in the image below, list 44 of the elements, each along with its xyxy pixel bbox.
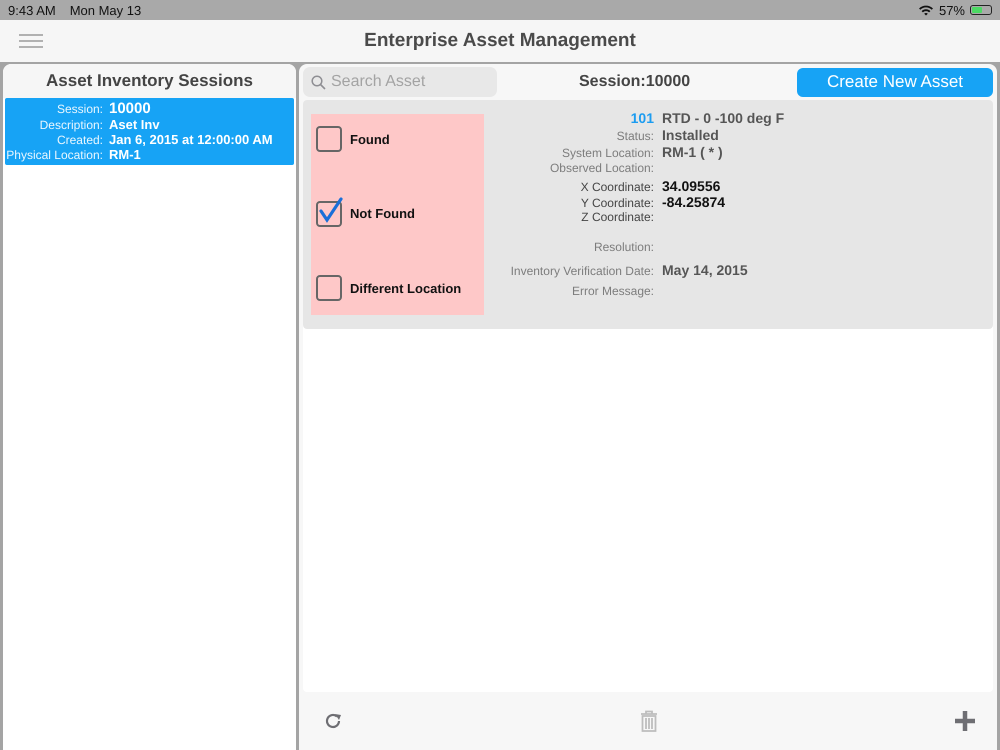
option-label: Found [350,132,390,146]
search-icon [311,75,326,90]
field-value: -84.25874 [662,194,726,210]
session-value: Aset Inv [109,117,161,132]
field-label: Status: [616,129,654,143]
session-label: Physical Location: [5,148,103,162]
menu-icon[interactable] [19,34,43,48]
field-value: 34.09556 [662,178,722,194]
session-label: Created: [56,133,103,147]
app-title: Enterprise Asset Management [364,30,636,52]
session-label: Session: [56,102,103,116]
add-icon[interactable] [955,711,975,731]
field-label: Inventory Verification Date: [510,264,654,278]
field-label: Y Coordinate: [580,196,654,210]
battery-percent: 57% [938,2,965,18]
session-value: RM-1 [109,147,142,162]
status-date: Mon May 13 [70,2,142,18]
field-label: 101 [630,110,654,126]
field-value: May 14, 2015 [662,262,749,278]
session-label: Description: [38,118,103,132]
field-value: Installed [662,127,720,143]
session-item[interactable]: Session: 10000 Description: Aset Inv Created: Jan 6, 2015 at 12:00:00 AM Physical Location: RM-1 [5,98,294,165]
create-asset-button[interactable]: Create New Asset [797,68,993,96]
field-value: RM-1 ( * ) [662,144,724,160]
session-value: Jan 6, 2015 at 12:00:00 AM [109,132,274,147]
session-title: Session:10000 [579,73,690,91]
status-time: 9:43 AM [8,2,56,18]
field-label: Z Coordinate: [580,210,654,224]
search-field[interactable]: Search Asset [303,67,497,97]
field-label: Resolution: [592,240,654,254]
field-label: Observed Location: [548,161,654,175]
field-label: System Location: [560,146,654,160]
field-value: RTD - 0 -100 deg F [662,110,784,126]
wifi-icon [918,4,934,16]
session-value: 10000 [109,100,152,117]
field-label: X Coordinate: [580,180,654,194]
checkbox[interactable] [316,275,342,301]
option-label: Not Found [350,206,415,221]
option-label: Different Location [350,280,462,296]
checkbox[interactable] [316,126,342,152]
field-label: Error Message: [570,284,654,298]
battery-icon [970,5,992,15]
refresh-icon[interactable] [323,711,343,731]
sidebar-title: Asset Inventory Sessions [3,64,296,98]
